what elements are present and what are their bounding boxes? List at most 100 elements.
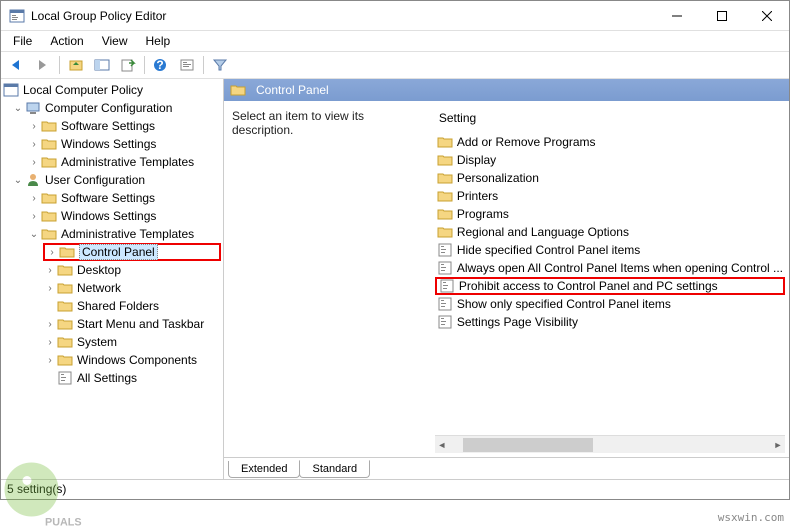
expand-icon[interactable]: › bbox=[43, 355, 57, 366]
setting-prohibit-access[interactable]: Prohibit access to Control Panel and PC … bbox=[435, 277, 785, 295]
setting-policy[interactable]: Always open All Control Panel Items when… bbox=[435, 259, 785, 277]
policy-item-icon bbox=[437, 314, 453, 330]
statusbar: 5 setting(s) bbox=[1, 479, 789, 499]
tree-item[interactable]: ›Windows Settings bbox=[27, 135, 221, 153]
svg-text:?: ? bbox=[156, 58, 163, 72]
folder-icon bbox=[57, 334, 73, 350]
tree-control-panel[interactable]: ›Control Panel bbox=[43, 243, 221, 261]
tree-item[interactable]: ›Network bbox=[43, 279, 221, 297]
folder-icon bbox=[57, 316, 73, 332]
expand-icon[interactable]: › bbox=[45, 247, 59, 258]
setting-folder[interactable]: Add or Remove Programs bbox=[435, 133, 785, 151]
back-button[interactable] bbox=[5, 54, 29, 76]
tree-computer-config[interactable]: ⌄ Computer Configuration bbox=[11, 99, 221, 117]
folder-icon bbox=[230, 82, 246, 98]
tree-item[interactable]: Shared Folders bbox=[43, 297, 221, 315]
folder-icon bbox=[437, 224, 453, 240]
collapse-icon[interactable]: ⌄ bbox=[11, 175, 25, 186]
user-icon bbox=[25, 172, 41, 188]
setting-folder[interactable]: Display bbox=[435, 151, 785, 169]
expand-icon[interactable]: › bbox=[27, 121, 41, 132]
folder-icon bbox=[41, 118, 57, 134]
tree-item[interactable]: All Settings bbox=[43, 369, 221, 387]
tab-standard[interactable]: Standard bbox=[299, 460, 370, 478]
tree-item[interactable]: ›Software Settings bbox=[27, 189, 221, 207]
menubar: File Action View Help bbox=[1, 31, 789, 51]
expand-icon[interactable]: › bbox=[43, 283, 57, 294]
tree-pane[interactable]: Local Computer Policy ⌄ Computer Configu… bbox=[1, 79, 224, 479]
maximize-button[interactable] bbox=[699, 1, 744, 30]
svg-text:PUALS: PUALS bbox=[45, 517, 82, 529]
menu-action[interactable]: Action bbox=[42, 32, 91, 50]
tree-item[interactable]: ›Start Menu and Taskbar bbox=[43, 315, 221, 333]
folder-icon bbox=[57, 298, 73, 314]
setting-folder[interactable]: Regional and Language Options bbox=[435, 223, 785, 241]
menu-view[interactable]: View bbox=[94, 32, 136, 50]
tree-item[interactable]: ›Windows Components bbox=[43, 351, 221, 369]
setting-folder[interactable]: Programs bbox=[435, 205, 785, 223]
description-text: Select an item to view its description. bbox=[232, 109, 364, 137]
tree-item[interactable]: ›Windows Settings bbox=[27, 207, 221, 225]
expand-icon[interactable]: › bbox=[27, 157, 41, 168]
folder-icon bbox=[57, 280, 73, 296]
forward-button[interactable] bbox=[31, 54, 55, 76]
expand-icon[interactable]: › bbox=[27, 211, 41, 222]
collapse-icon[interactable]: ⌄ bbox=[11, 103, 25, 114]
separator bbox=[59, 56, 60, 74]
toolbar: ? bbox=[1, 51, 789, 79]
menu-help[interactable]: Help bbox=[138, 32, 179, 50]
settings-column: Setting Add or Remove Programs Display P… bbox=[435, 109, 785, 453]
menu-file[interactable]: File bbox=[5, 32, 40, 50]
setting-folder[interactable]: Printers bbox=[435, 187, 785, 205]
policy-icon bbox=[3, 82, 19, 98]
setting-policy[interactable]: Show only specified Control Panel items bbox=[435, 295, 785, 313]
expand-icon[interactable]: › bbox=[43, 265, 57, 276]
close-button[interactable] bbox=[744, 1, 789, 30]
tree-item[interactable]: ›Software Settings bbox=[27, 117, 221, 135]
filter-button[interactable] bbox=[208, 54, 232, 76]
folder-icon bbox=[437, 188, 453, 204]
scroll-left-icon[interactable]: ◄ bbox=[435, 440, 449, 450]
scroll-right-icon[interactable]: ► bbox=[771, 440, 785, 450]
tree-item[interactable]: ›Administrative Templates bbox=[27, 153, 221, 171]
up-button[interactable] bbox=[64, 54, 88, 76]
folder-icon bbox=[59, 244, 75, 260]
setting-folder[interactable]: Personalization bbox=[435, 169, 785, 187]
properties-button[interactable] bbox=[175, 54, 199, 76]
window-controls bbox=[654, 1, 789, 30]
separator bbox=[144, 56, 145, 74]
folder-icon bbox=[41, 208, 57, 224]
expand-icon[interactable]: › bbox=[27, 193, 41, 204]
policy-item-icon bbox=[439, 278, 455, 294]
titlebar: Local Group Policy Editor bbox=[1, 1, 789, 31]
minimize-button[interactable] bbox=[654, 1, 699, 30]
app-icon bbox=[9, 8, 25, 24]
expand-icon[interactable]: › bbox=[27, 139, 41, 150]
folder-icon bbox=[57, 262, 73, 278]
show-hide-tree-button[interactable] bbox=[90, 54, 114, 76]
expand-icon[interactable]: › bbox=[43, 319, 57, 330]
status-text: 5 setting(s) bbox=[7, 482, 66, 496]
folder-icon bbox=[437, 152, 453, 168]
setting-policy[interactable]: Hide specified Control Panel items bbox=[435, 241, 785, 259]
tree-item[interactable]: ›System bbox=[43, 333, 221, 351]
horizontal-scrollbar[interactable]: ◄ ► bbox=[435, 435, 785, 453]
tab-extended[interactable]: Extended bbox=[228, 461, 300, 478]
setting-policy[interactable]: Settings Page Visibility bbox=[435, 313, 785, 331]
export-button[interactable] bbox=[116, 54, 140, 76]
scroll-thumb[interactable] bbox=[463, 438, 593, 452]
policy-item-icon bbox=[437, 260, 453, 276]
help-button[interactable]: ? bbox=[149, 54, 173, 76]
settings-icon bbox=[57, 370, 73, 386]
folder-icon bbox=[437, 206, 453, 222]
tree-admin-templates[interactable]: ⌄Administrative Templates bbox=[27, 225, 221, 243]
expand-icon[interactable]: › bbox=[43, 337, 57, 348]
tree-item[interactable]: ›Desktop bbox=[43, 261, 221, 279]
settings-header[interactable]: Setting bbox=[435, 109, 785, 127]
folder-icon bbox=[41, 226, 57, 242]
view-tabs: Extended Standard bbox=[224, 457, 789, 479]
collapse-icon[interactable]: ⌄ bbox=[27, 229, 41, 240]
tree-root[interactable]: Local Computer Policy bbox=[3, 81, 221, 99]
tree-user-config[interactable]: ⌄ User Configuration bbox=[11, 171, 221, 189]
folder-icon bbox=[437, 170, 453, 186]
